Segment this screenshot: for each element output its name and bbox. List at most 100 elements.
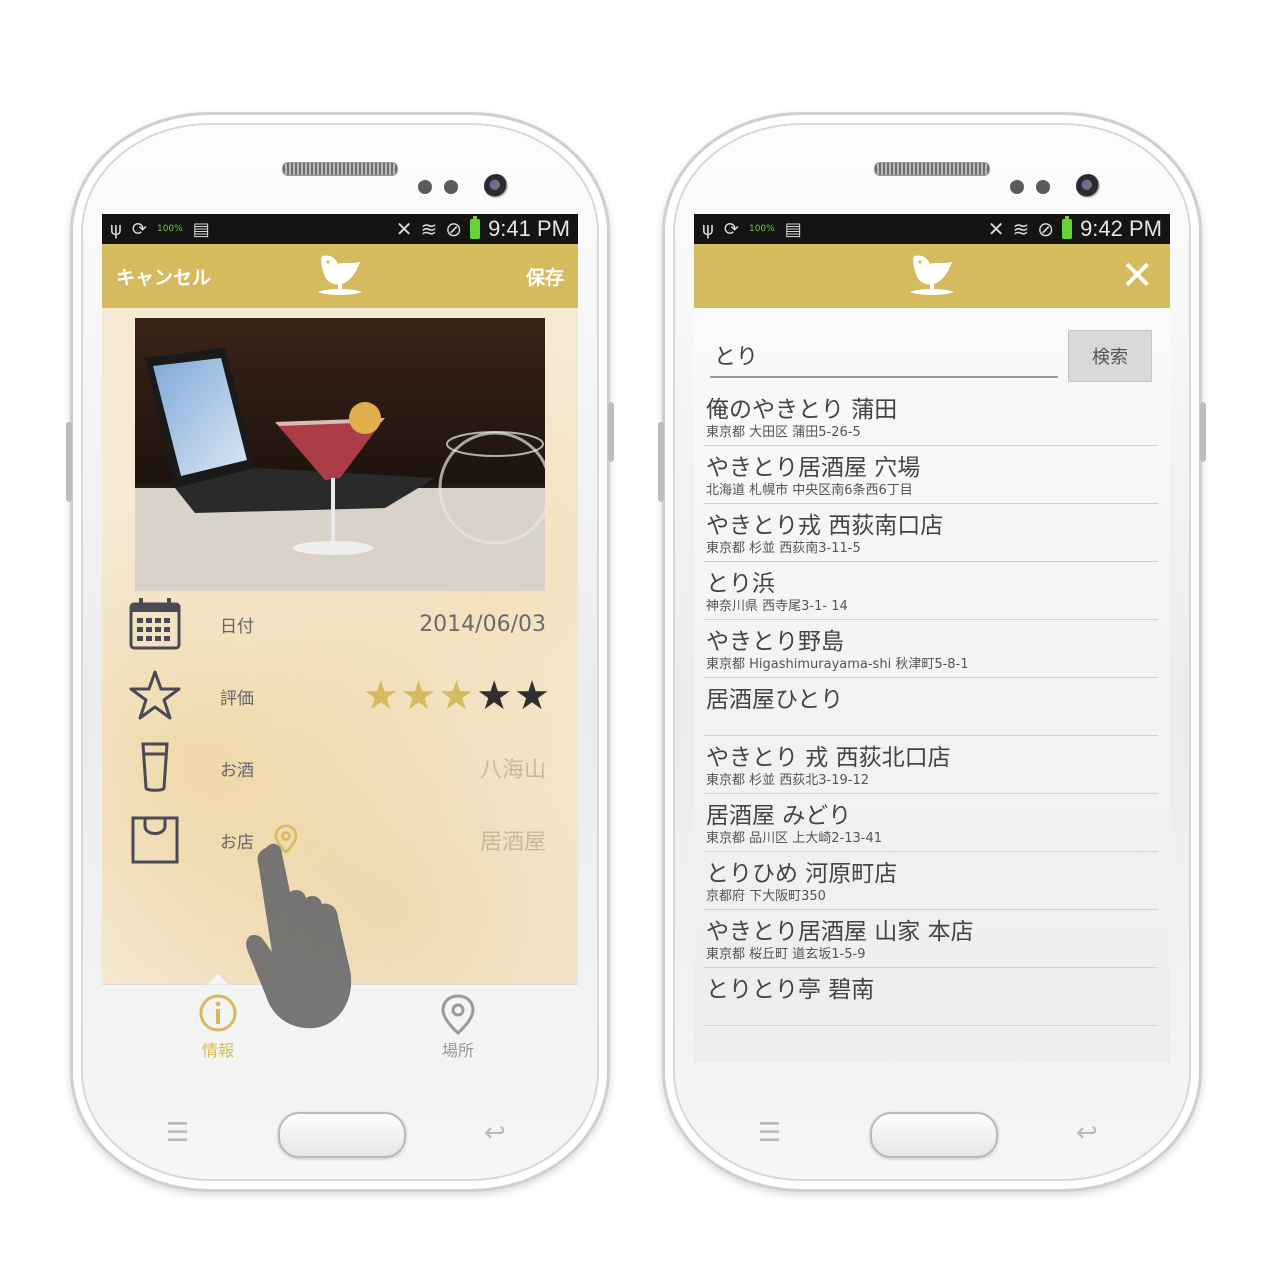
result-name: やきとり戎 西荻南口店: [706, 513, 944, 539]
proximity-sensor: [1010, 180, 1024, 194]
result-item[interactable]: やきとり居酒屋 山家 本店 東京都 桜丘町 道玄坂1-5-9: [704, 910, 1158, 968]
result-address: 東京都 大田区 蒲田5-26-5: [706, 425, 861, 440]
result-item[interactable]: やきとり 戎 西荻北口店東京都 杉並 西荻北3-19-12: [704, 736, 1158, 794]
mute-icon: ✕: [987, 217, 1005, 241]
result-address: 北海道 札幌市 中央区南6条西6丁目: [706, 483, 913, 498]
result-item[interactable]: やきとり居酒屋 穴場北海道 札幌市 中央区南6条西6丁目: [704, 446, 1158, 504]
back-key-icon[interactable]: ↩: [1076, 1118, 1098, 1148]
status-bar: ψ ⟳ 100% ▤ ✕ ≋ ⊘ 9:41 PM: [102, 214, 578, 244]
rating-stars[interactable]: ★ ★ ★ ★ ★: [363, 676, 550, 716]
result-name: 居酒屋 みどり: [706, 803, 852, 829]
tab-info-label: 情報: [201, 1041, 234, 1060]
proximity-sensor: [418, 180, 432, 194]
earpiece-speaker: [874, 162, 990, 176]
bird-logo-icon: [318, 255, 362, 295]
search-button[interactable]: 検索: [1068, 330, 1152, 382]
result-item[interactable]: やきとり戎 西荻南口店 東京都 杉並 西荻南3-11-5: [704, 504, 1158, 562]
rating-label: 評価: [220, 688, 254, 709]
result-address: 神奈川県 西寺尾3-1- 14: [706, 599, 848, 614]
shop-search: 検索 俺のやきとり 蒲田東京都 大田区 蒲田5-26-5やきとり居酒屋 穴場北海…: [694, 308, 1170, 1061]
battery-icon: [1062, 216, 1073, 239]
left-phone: ψ ⟳ 100% ▤ ✕ ≋ ⊘ 9:41 PM キャンセル 保存 日付 201…: [66, 112, 614, 1192]
info-icon: [199, 994, 237, 1032]
left-screen: ψ ⟳ 100% ▤ ✕ ≋ ⊘ 9:41 PM キャンセル 保存 日付 201…: [102, 214, 578, 1061]
power-button: [1200, 402, 1206, 462]
menu-key-icon[interactable]: ☰: [166, 1118, 189, 1148]
drink-photo[interactable]: [135, 318, 545, 591]
sd-card-icon: ▤: [784, 218, 802, 240]
sd-card-icon: ▤: [192, 218, 210, 240]
result-address: 京都府 下大阪町350: [706, 889, 826, 904]
power-button: [608, 402, 614, 462]
rating-star[interactable]: ★: [438, 676, 474, 716]
result-name: とりひめ 河原町店: [706, 861, 898, 887]
front-camera: [1076, 174, 1100, 198]
result-item[interactable]: やきとり野島東京都 Higashimurayama-shi 秋津町5-8-1: [704, 620, 1158, 678]
result-item[interactable]: とりひめ 河原町店京都府 下大阪町350: [704, 852, 1158, 910]
battery-full-icon: 100%: [156, 224, 183, 234]
clock: 9:42 PM: [1080, 216, 1162, 241]
sync-icon: ⟳: [723, 218, 739, 240]
result-address: 東京都 Higashimurayama-shi 秋津町5-8-1: [706, 657, 969, 672]
search-input[interactable]: [710, 334, 1058, 378]
result-name: やきとり 戎 西荻北口店: [706, 745, 951, 771]
date-label: 日付: [220, 616, 254, 637]
shop-input[interactable]: 居酒屋: [480, 824, 546, 856]
tab-info[interactable]: 情報: [158, 985, 278, 1061]
save-button[interactable]: 保存: [512, 263, 578, 290]
home-button[interactable]: [870, 1112, 998, 1158]
result-address: 東京都 品川区 上大崎2-13-41: [706, 831, 883, 846]
rating-star[interactable]: ★: [363, 676, 399, 716]
tab-place[interactable]: 場所: [398, 985, 518, 1061]
search-results-list: 俺のやきとり 蒲田 東京都 大田区 蒲田5-26-5 やきとり居酒屋 穴場 北海道 札…: [704, 388, 1158, 1026]
rating-star[interactable]: ★: [514, 676, 550, 716]
tab-bar: 情報 場所: [102, 973, 578, 1061]
rating-star[interactable]: ★: [476, 676, 512, 716]
result-address: 東京都 杉並 西荻北3-19-12: [706, 773, 870, 788]
wifi-icon: ≋: [420, 217, 438, 241]
status-bar: ψ ⟳ 100% ▤ ✕ ≋ ⊘ 9:42 PM: [694, 214, 1170, 244]
result-item[interactable]: とり浜神奈川県 西寺尾3-1- 14: [704, 562, 1158, 620]
cocktail-photo-image: [135, 318, 545, 591]
menu-key-icon[interactable]: ☰: [758, 1118, 781, 1148]
right-phone: ψ ⟳ 100% ▤ ✕ ≋ ⊘ 9:42 PM ✕ とり 検索 俺のやきとり …: [658, 112, 1206, 1192]
map-pin-icon: [441, 994, 475, 1035]
result-item[interactable]: 居酒屋 みどり東京都 品川区 上大崎2-13-41: [704, 794, 1158, 852]
mute-icon: ✕: [395, 217, 413, 241]
date-value[interactable]: 2014/06/03: [419, 612, 546, 637]
no-signal-icon: ⊘: [445, 217, 463, 241]
result-name: とりとり亭 碧南: [706, 977, 875, 1003]
result-address: 東京都 桜丘町 道玄坂1-5-9: [706, 947, 866, 962]
calendar-icon: [129, 598, 181, 650]
result-name: 居酒屋ひとり: [706, 687, 844, 713]
usb-icon: ψ: [702, 218, 714, 240]
front-camera: [484, 174, 508, 198]
home-button[interactable]: [278, 1112, 406, 1158]
tab-indicator-arrow: [206, 973, 230, 985]
rating-row: 評価 ★ ★ ★ ★ ★: [102, 666, 578, 726]
cancel-button[interactable]: キャンセル: [102, 263, 225, 290]
date-row[interactable]: 日付 2014/06/03: [102, 594, 578, 654]
tab-place-label: 場所: [441, 1041, 474, 1060]
result-name: とり浜: [706, 571, 775, 597]
close-icon[interactable]: ✕: [1120, 256, 1154, 296]
back-key-icon[interactable]: ↩: [484, 1118, 506, 1148]
bird-logo-icon: [910, 255, 954, 295]
result-name: やきとり居酒屋 穴場: [706, 455, 921, 481]
record-form: 日付 2014/06/03 評価 ★ ★ ★ ★ ★ お酒 八海山 お店 居酒屋…: [102, 308, 578, 1061]
action-bar: キャンセル 保存: [102, 244, 578, 308]
shop-label: お店: [220, 832, 254, 853]
shop-row[interactable]: お店 居酒屋: [102, 810, 578, 870]
drink-input[interactable]: 八海山: [480, 752, 546, 784]
result-name: やきとり野島: [706, 629, 844, 655]
earpiece-speaker: [282, 162, 398, 176]
result-item[interactable]: 俺のやきとり 蒲田 東京都 大田区 蒲田5-26-5: [704, 388, 1158, 446]
volume-button: [658, 422, 664, 502]
result-item[interactable]: とりとり亭 碧南: [704, 968, 1158, 1026]
right-screen: ψ ⟳ 100% ▤ ✕ ≋ ⊘ 9:42 PM ✕ とり 検索 俺のやきとり …: [694, 214, 1170, 1061]
rating-star[interactable]: ★: [401, 676, 437, 716]
result-item[interactable]: 居酒屋ひとり: [704, 678, 1158, 736]
drink-row[interactable]: お酒 八海山: [102, 738, 578, 798]
location-pin-icon[interactable]: [274, 824, 298, 854]
battery-icon: [470, 216, 481, 239]
